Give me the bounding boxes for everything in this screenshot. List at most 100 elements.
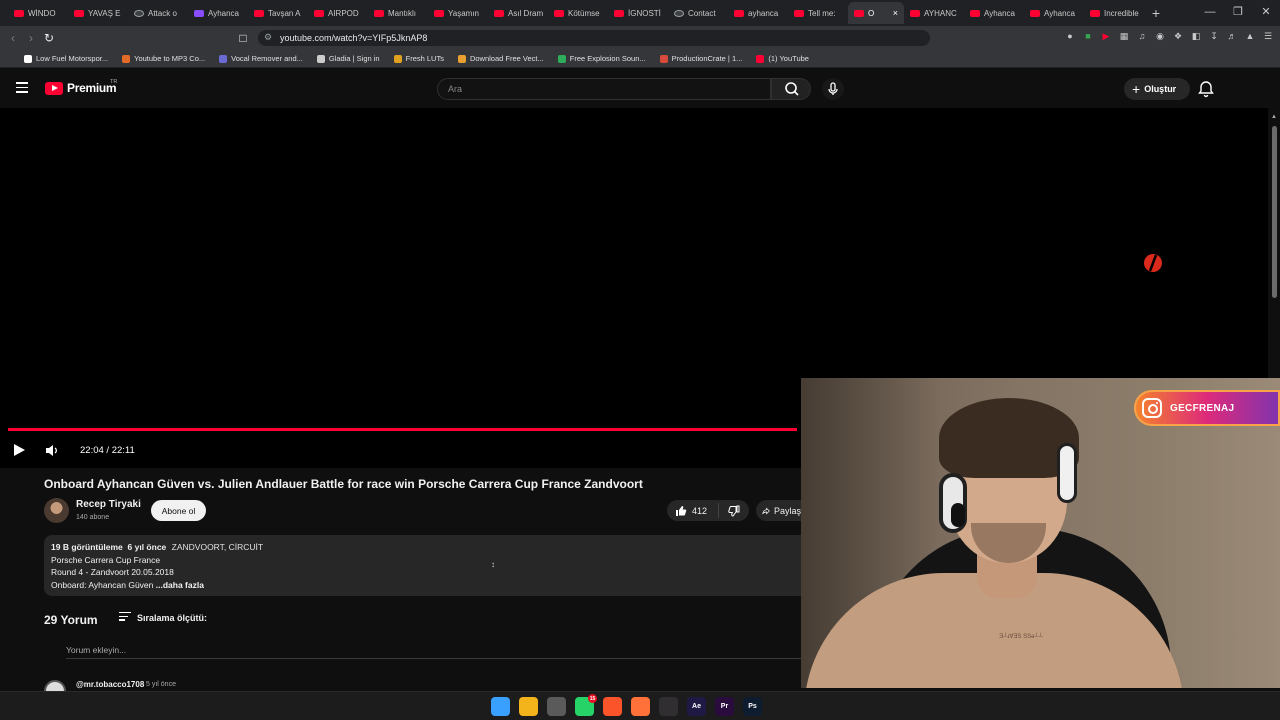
site-settings-icon[interactable]: ⚙ (264, 32, 272, 43)
extension-icon[interactable]: ♫ (1136, 30, 1148, 42)
back-icon[interactable]: ‹ (4, 31, 22, 45)
playlist-icon[interactable]: ♬ (1226, 30, 1238, 42)
microphone-icon (828, 82, 838, 95)
sort-comments-button[interactable]: Sıralama ölçütü: (119, 612, 207, 623)
bookmark-item[interactable]: Free Explosion Soun... (557, 54, 646, 63)
bookmark-item[interactable]: Gladia | Sign in (316, 54, 380, 63)
shield-icon[interactable]: ■ (1082, 30, 1094, 42)
browser-tab[interactable]: İGNOSTİ (608, 2, 668, 24)
browser-tab[interactable]: O × (848, 2, 904, 24)
bookmark-item[interactable]: Youtube to MP3 Co... (122, 54, 205, 63)
browser-tab[interactable]: ayhanca (728, 2, 788, 24)
bookmark-favicon-icon (393, 54, 402, 63)
scrollbar-thumb[interactable] (1272, 126, 1277, 298)
file-explorer-icon[interactable] (519, 697, 538, 716)
windows-start-icon[interactable] (491, 697, 510, 716)
youtube-icon (970, 9, 980, 17)
browser-tab[interactable]: WİNDO (8, 2, 68, 24)
notification-badge: 15 (588, 694, 597, 703)
reload-icon[interactable]: ↻ (40, 31, 58, 45)
youtube-icon (434, 9, 444, 17)
minimize-icon[interactable]: — (1196, 0, 1224, 26)
browser-tab[interactable]: Ayhanca (188, 2, 248, 24)
channel-avatar[interactable] (44, 498, 69, 523)
brave-browser-icon[interactable] (603, 697, 622, 716)
voice-search-button[interactable] (822, 78, 844, 100)
rewards-icon[interactable]: ▲ (1244, 30, 1256, 42)
youtube-icon (614, 9, 624, 17)
bookmark-item[interactable]: Low Fuel Motorspor... (24, 54, 108, 63)
menu-icon[interactable]: ☰ (1262, 30, 1274, 42)
close-tab-icon[interactable]: × (893, 8, 898, 18)
hamburger-menu-icon[interactable] (16, 82, 28, 96)
region-code: TR (110, 79, 118, 85)
bookmark-favicon-icon (557, 54, 566, 63)
subscribe-button[interactable]: Abone ol (151, 500, 206, 521)
browser-tab[interactable]: Asıl Dram (488, 2, 548, 24)
bookmark-item[interactable]: (1) YouTube (756, 54, 809, 63)
browser-tab[interactable]: Yaşamın (428, 2, 488, 24)
channel-name[interactable]: Recep Tiryaki (76, 499, 141, 510)
bookmark-item[interactable]: ProductionCrate | 1... (659, 54, 742, 63)
create-button[interactable]: + Oluştur (1124, 78, 1190, 100)
browser-tab[interactable]: Tavşan A (248, 2, 308, 24)
youtube-logo[interactable]: Premium TR (45, 79, 118, 95)
whatsapp-icon[interactable]: 15 (575, 694, 597, 716)
like-button[interactable]: 412 (667, 503, 719, 518)
browser-tab[interactable]: Kötümse (548, 2, 608, 24)
photoshop-icon[interactable]: Ps (743, 697, 762, 716)
dislike-button[interactable] (719, 505, 749, 517)
browser-tab[interactable]: Attack o (128, 2, 188, 24)
browser-tab[interactable]: YAVAŞ E (68, 2, 128, 24)
url-field[interactable]: ⚙ youtube.com/watch?v=YIFp5JknAP8 (258, 30, 930, 46)
snipping-tool-icon[interactable] (547, 697, 566, 716)
browser-tab[interactable]: Ayhanca (964, 2, 1024, 24)
bookmark-favicon-icon (122, 54, 131, 63)
share-button[interactable]: Paylaş (756, 500, 801, 521)
commenter-username[interactable]: @mr.tobacco1708 (76, 680, 144, 689)
add-comment-input[interactable]: Yorum ekleyin... (66, 645, 126, 655)
search-button[interactable] (771, 78, 811, 100)
browser-tab[interactable]: AYHANC (904, 2, 964, 24)
browser-tab[interactable]: AIRPOD (308, 2, 368, 24)
notifications-bell-icon[interactable] (1196, 79, 1216, 99)
browser-tab[interactable]: Ayhanca (1024, 2, 1084, 24)
browser-tab[interactable]: Tell me: (788, 2, 848, 24)
extension-icon[interactable]: ▦ (1118, 30, 1130, 42)
browser-tab[interactable]: Incredible (1084, 2, 1144, 24)
search-input[interactable]: Ara (437, 78, 771, 100)
volume-icon[interactable] (45, 444, 59, 457)
description-box[interactable]: 19 B görüntüleme 6 yıl önce ZANDVOORT, C… (44, 535, 801, 596)
media-player-icon[interactable] (771, 697, 790, 716)
youtube-extension-icon[interactable]: ▶ (1100, 30, 1112, 42)
close-window-icon[interactable]: ✕ (1252, 0, 1280, 26)
browser-tab[interactable]: Mantıklı (368, 2, 428, 24)
logo-text: Premium (67, 81, 117, 95)
firefox-icon[interactable] (631, 697, 650, 716)
video-progress-bar[interactable] (8, 428, 797, 431)
youtube-icon (910, 9, 920, 17)
premiere-pro-icon[interactable]: Pr (715, 697, 734, 716)
bookmark-item[interactable]: Fresh LUTs (393, 54, 444, 63)
youtube-icon (794, 9, 804, 17)
extension-icon[interactable]: ● (1064, 30, 1076, 42)
show-more-link[interactable]: ...daha fazla (156, 580, 204, 590)
bookmark-item[interactable]: Download Free Vect... (457, 54, 544, 63)
bookmark-item[interactable]: Vocal Remover and... (219, 54, 303, 63)
obs-icon[interactable] (659, 697, 678, 716)
new-tab-button[interactable]: + (1144, 5, 1168, 21)
scroll-up-icon[interactable]: ▲ (1271, 114, 1277, 120)
download-icon[interactable]: ↧ (1208, 30, 1220, 42)
forward-icon[interactable]: › (22, 31, 40, 45)
extension-icon[interactable]: ◉ (1154, 30, 1166, 42)
puzzle-icon[interactable]: ❖ (1172, 30, 1184, 42)
description-line: Onboard: Ayhancan Güven ...daha fazla (51, 579, 801, 592)
play-icon[interactable] (14, 444, 25, 456)
restore-icon[interactable]: ❐ (1224, 0, 1252, 26)
bookmark-icon[interactable]: □ (234, 31, 252, 45)
browser-tab[interactable]: Contact (668, 2, 728, 24)
thumbs-down-icon (728, 505, 740, 517)
plus-icon: + (1132, 81, 1141, 97)
sidebar-icon[interactable]: ◧ (1190, 30, 1202, 42)
after-effects-icon[interactable]: Ae (687, 697, 706, 716)
